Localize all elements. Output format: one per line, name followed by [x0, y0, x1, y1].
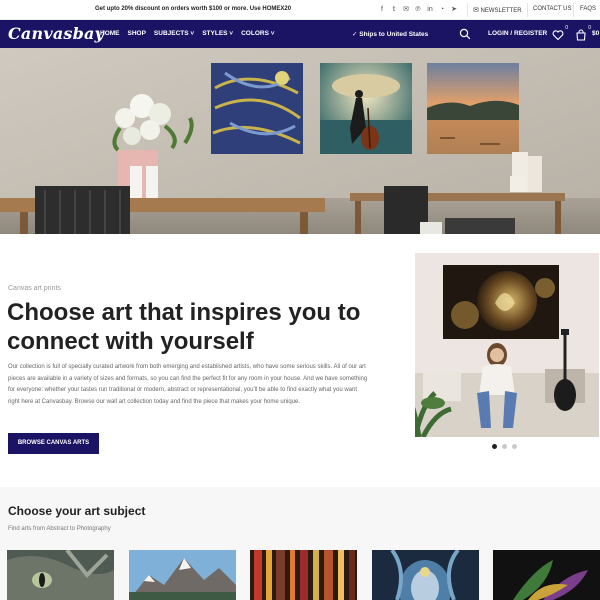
- subject-card-nature[interactable]: [493, 550, 600, 600]
- wishlist-count: 0: [565, 25, 568, 31]
- painting-cello: [320, 63, 412, 154]
- stripes-thumbnail: [250, 550, 357, 600]
- shopping-bag-icon: [576, 29, 586, 41]
- painting-starry: [211, 63, 303, 154]
- shipping-notice: ✓ Ships to United States: [352, 31, 429, 38]
- contact-link[interactable]: CONTACT US: [533, 6, 571, 12]
- eyebrow-label: Canvas art prints: [8, 285, 61, 292]
- login-register-link[interactable]: LOGIN / REGISTER: [488, 30, 547, 37]
- carousel-dot-1[interactable]: [492, 444, 497, 449]
- carousel-dot-2[interactable]: [502, 444, 507, 449]
- intro-paragraph: Our collection is full of specially cura…: [8, 364, 368, 405]
- browse-canvas-button[interactable]: BROWSE CANVAS ARTS: [8, 433, 99, 454]
- portrait-thumbnail: [372, 550, 479, 600]
- heart-icon: [552, 30, 564, 41]
- cart-count: 0: [588, 25, 591, 31]
- divider: [527, 3, 528, 17]
- faqs-link[interactable]: FAQS: [580, 6, 596, 12]
- facebook-icon[interactable]: f: [378, 5, 386, 14]
- telegram-icon[interactable]: ➤: [450, 5, 458, 14]
- chair-left: [35, 186, 130, 234]
- nav-shop[interactable]: SHOP: [128, 30, 146, 37]
- newsletter-link[interactable]: ✉ NEWSLETTER: [473, 6, 522, 14]
- main-header: Canvasbay HOME SHOP SUBJECTS ˅ STYLES ˅ …: [0, 20, 600, 48]
- page-headline: Choose art that inspires you to connect …: [7, 299, 361, 355]
- nav-home[interactable]: HOME: [100, 30, 120, 37]
- whatsapp-icon[interactable]: ◔: [438, 5, 446, 14]
- subjects-title: Choose your art subject: [8, 504, 146, 518]
- cart-button[interactable]: 0: [575, 25, 591, 41]
- email-icon: ✉: [473, 7, 479, 14]
- subject-card-landscape[interactable]: [129, 550, 236, 600]
- console-table: [350, 193, 565, 201]
- main-nav: HOME SHOP SUBJECTS ˅ STYLES ˅ COLORS ˅: [100, 30, 275, 37]
- subject-card-abstract[interactable]: [250, 550, 357, 600]
- cart-total: $0: [592, 30, 600, 37]
- wishlist-button[interactable]: 0: [552, 25, 568, 41]
- divider: [573, 3, 574, 17]
- painting-sunset: [427, 63, 519, 154]
- hero-room-image: [0, 48, 600, 234]
- subject-card-fantasy[interactable]: [372, 550, 479, 600]
- email-icon[interactable]: ✉: [402, 5, 410, 14]
- carousel-dot-3[interactable]: [512, 444, 517, 449]
- divider: [467, 3, 468, 17]
- room-photo: [415, 253, 599, 437]
- subject-card-animals[interactable]: [7, 550, 114, 600]
- subjects-subtitle: Find arts from Abstract to Photography: [8, 526, 111, 532]
- nav-subjects[interactable]: SUBJECTS ˅: [154, 30, 194, 37]
- nav-colors[interactable]: COLORS ˅: [241, 30, 274, 37]
- plant-thumbnail: [493, 550, 600, 600]
- social-links: f 𝕥 ✉ ℗ in ◔ ➤: [378, 5, 458, 14]
- hero-banner: [0, 48, 600, 234]
- promo-text: Get upto 20% discount on orders worth $1…: [95, 6, 292, 12]
- carousel-dots: [492, 444, 517, 449]
- search-icon[interactable]: [459, 28, 471, 40]
- carousel-slide[interactable]: [415, 253, 599, 437]
- newsletter-label: NEWSLETTER: [480, 8, 522, 14]
- twitter-icon[interactable]: 𝕥: [390, 5, 398, 14]
- nav-styles[interactable]: STYLES ˅: [202, 30, 233, 37]
- top-bar: Get upto 20% discount on orders worth $1…: [0, 0, 600, 20]
- site-logo[interactable]: Canvasbay: [8, 24, 104, 43]
- pinterest-icon[interactable]: ℗: [414, 5, 422, 14]
- mountain-thumbnail: [129, 550, 236, 600]
- cat-thumbnail: [7, 550, 114, 600]
- linkedin-icon[interactable]: in: [426, 5, 434, 14]
